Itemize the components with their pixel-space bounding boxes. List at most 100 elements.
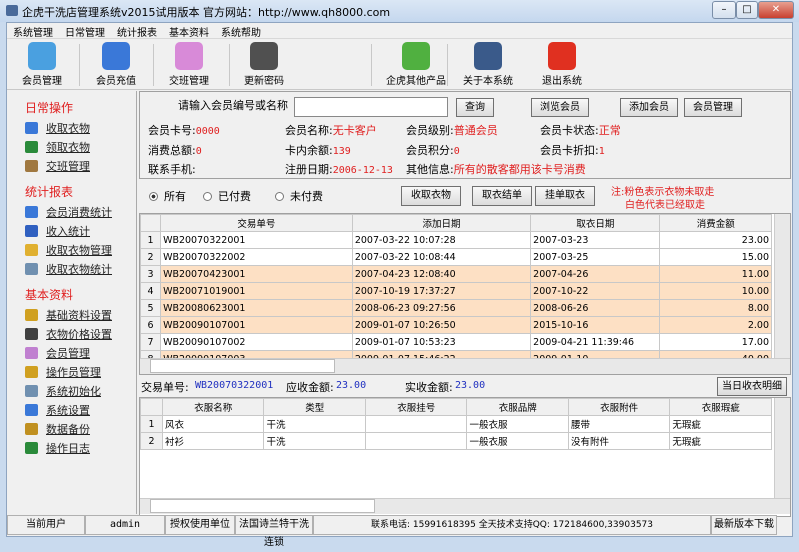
toolbar-label: 交班管理: [169, 76, 209, 87]
member-field-reg: 注册日期:2006-12-13: [285, 161, 393, 177]
member-panel: 请输入会员编号或名称 查询 浏览会员 添加会员 会员管理 会员卡号:0000 会员…: [139, 91, 791, 179]
menu-item[interactable]: 基本资料: [163, 23, 215, 40]
item-cell: [364, 432, 468, 450]
toolbar-button[interactable]: 关于本系统: [453, 42, 523, 87]
minimize-button[interactable]: –: [712, 1, 736, 19]
order-row[interactable]: 1 WB20070322001 2007-03-22 10:07:28 2007-03…: [140, 231, 772, 249]
sidebar-item[interactable]: 衣物价格设置: [9, 324, 136, 343]
sidebar-item[interactable]: 收入统计: [9, 221, 136, 240]
receive-clothes-button[interactable]: 收取衣物: [401, 186, 461, 206]
menu-item[interactable]: 系统管理: [7, 23, 59, 40]
sidebar-item[interactable]: 操作日志: [9, 438, 136, 457]
sidebar-item[interactable]: 交班管理: [9, 156, 136, 175]
sidebar-item-icon: [25, 308, 38, 321]
order-cell-take: 2008-06-26: [530, 299, 661, 317]
order-row[interactable]: 7 WB20090107002 2009-01-07 10:53:23 2009-04…: [140, 333, 772, 351]
add-member-button[interactable]: 添加会员: [620, 98, 678, 117]
toolbar-button[interactable]: 更新密码: [229, 42, 299, 87]
sidebar-item-icon: [25, 403, 38, 416]
toolbar-button[interactable]: 会员管理: [7, 42, 77, 87]
column-header[interactable]: 添加日期: [351, 214, 532, 232]
sidebar-item[interactable]: 领取衣物: [9, 137, 136, 156]
contact-info: 联系电话: 15991618395 全天技术支持QQ: 172184600,33…: [313, 515, 711, 535]
column-header[interactable]: 消费金额: [659, 214, 772, 232]
order-id-value: WB20070322001: [195, 380, 274, 391]
menu-item[interactable]: 统计报表: [111, 23, 163, 40]
menu-bar: 系统管理 日常管理 统计报表 基本资料 系统帮助: [7, 23, 792, 39]
filter-radio[interactable]: 已付费: [203, 188, 251, 204]
order-cell-id: WB20070423001: [160, 265, 353, 283]
sidebar-item[interactable]: 会员消费统计: [9, 202, 136, 221]
order-cell-take: 2007-10-22: [530, 282, 661, 300]
menu-item[interactable]: 系统帮助: [215, 23, 267, 40]
search-input[interactable]: [294, 97, 448, 117]
order-row[interactable]: 5 WB20080623001 2008-06-23 09:27:56 2008-06…: [140, 299, 772, 317]
sidebar-item[interactable]: 数据备份: [9, 419, 136, 438]
due-label: 应收金额:: [286, 381, 334, 394]
toolbar-button[interactable]: 交班管理: [154, 42, 224, 87]
filter-radio[interactable]: 未付费: [275, 188, 323, 204]
item-row[interactable]: 1 风衣 干洗 一般衣服 腰带 无瑕疵: [140, 415, 772, 433]
org-name: 法国诗兰特干洗连锁: [235, 515, 313, 548]
radio-circle[interactable]: [149, 191, 158, 201]
order-row[interactable]: 6 WB20090107001 2009-01-07 10:26:50 2015-10…: [140, 316, 772, 334]
order-cell-add: 2009-01-07 10:53:23: [351, 333, 532, 351]
radio-circle[interactable]: [275, 191, 284, 201]
column-header[interactable]: 衣服名称: [161, 398, 265, 416]
toolbar-button[interactable]: 会员充值: [81, 42, 151, 87]
column-header[interactable]: 衣服挂号: [364, 398, 468, 416]
close-button[interactable]: ✕: [758, 1, 794, 19]
sidebar-item[interactable]: 系统设置: [9, 400, 136, 419]
item-row[interactable]: 2 衬衫 干洗 一般衣服 没有附件 无瑕疵: [140, 432, 772, 450]
items-hscrollbar[interactable]: [140, 498, 790, 514]
column-header[interactable]: 类型: [263, 398, 366, 416]
sidebar-item[interactable]: 系统初始化: [9, 381, 136, 400]
field-label: 消费总额:: [148, 144, 196, 157]
daily-detail-button[interactable]: 当日收衣明细: [717, 377, 787, 396]
order-row[interactable]: 3 WB20070423001 2007-04-23 12:08:40 2007-04…: [140, 265, 772, 283]
row-number: 4: [140, 282, 162, 300]
column-header[interactable]: 衣服瑕疵: [669, 398, 772, 416]
order-cell-amt: 17.00: [659, 333, 772, 351]
manage-member-button[interactable]: 会员管理: [684, 98, 742, 117]
toolbar-button[interactable]: 企虎其他产品: [381, 42, 451, 87]
checkout-button[interactable]: 取衣结单: [472, 186, 532, 206]
key-icon: [250, 42, 278, 70]
download-latest-button[interactable]: 最新版本下载: [711, 515, 777, 535]
column-header[interactable]: 衣服附件: [567, 398, 671, 416]
column-header[interactable]: 衣服品牌: [466, 398, 569, 416]
order-row[interactable]: 4 WB20071019001 2007-10-19 17:37:27 2007-10…: [140, 282, 772, 300]
toolbar-divider: [79, 44, 80, 86]
field-label: 会员名称:: [285, 124, 333, 137]
query-button[interactable]: 查询: [456, 98, 494, 117]
order-row[interactable]: 2 WB20070322002 2007-03-22 10:08:44 2007-03…: [140, 248, 772, 266]
orders-vscrollbar[interactable]: [774, 214, 790, 359]
menu-item[interactable]: 日常管理: [59, 23, 111, 40]
orders-hscrollbar[interactable]: [140, 358, 790, 374]
column-header[interactable]: 取衣日期: [530, 214, 661, 232]
toolbar-divider: [153, 44, 154, 86]
sidebar-item[interactable]: 会员管理: [9, 343, 136, 362]
sidebar-item[interactable]: 基础资料设置: [9, 305, 136, 324]
main-area: 请输入会员编号或名称 查询 浏览会员 添加会员 会员管理 会员卡号:0000 会员…: [139, 91, 791, 517]
member-chat-icon: [28, 42, 56, 70]
toolbar-button[interactable]: 退出系统: [527, 42, 597, 87]
order-cell-amt: 2.00: [659, 316, 772, 334]
pending-pickup-button[interactable]: 挂单取衣: [535, 186, 595, 206]
maximize-button[interactable]: □: [736, 1, 758, 19]
mascot-icon: [474, 42, 502, 70]
filter-bar: 所有 已付费 未付费 收取衣物 取衣结单 挂单取衣 注:粉色表示衣物未取走 白色代表已经取走: [139, 181, 791, 211]
browse-members-button[interactable]: 浏览会员: [531, 98, 589, 117]
member-field-name: 会员名称:无卡客户: [285, 122, 377, 138]
item-cell: 腰带: [567, 415, 671, 433]
sidebar-item[interactable]: 收取衣物管理: [9, 240, 136, 259]
filter-radio[interactable]: 所有: [149, 188, 186, 204]
sidebar-item[interactable]: 收取衣物统计: [9, 259, 136, 278]
radio-circle[interactable]: [203, 191, 212, 201]
sidebar-item[interactable]: 收取衣物: [9, 118, 136, 137]
column-header[interactable]: 交易单号: [160, 214, 353, 232]
order-id-label: 交易单号:: [141, 381, 189, 394]
radio-label: 未付费: [290, 190, 323, 203]
sidebar-item[interactable]: 操作员管理: [9, 362, 136, 381]
items-vscrollbar[interactable]: [774, 398, 790, 498]
